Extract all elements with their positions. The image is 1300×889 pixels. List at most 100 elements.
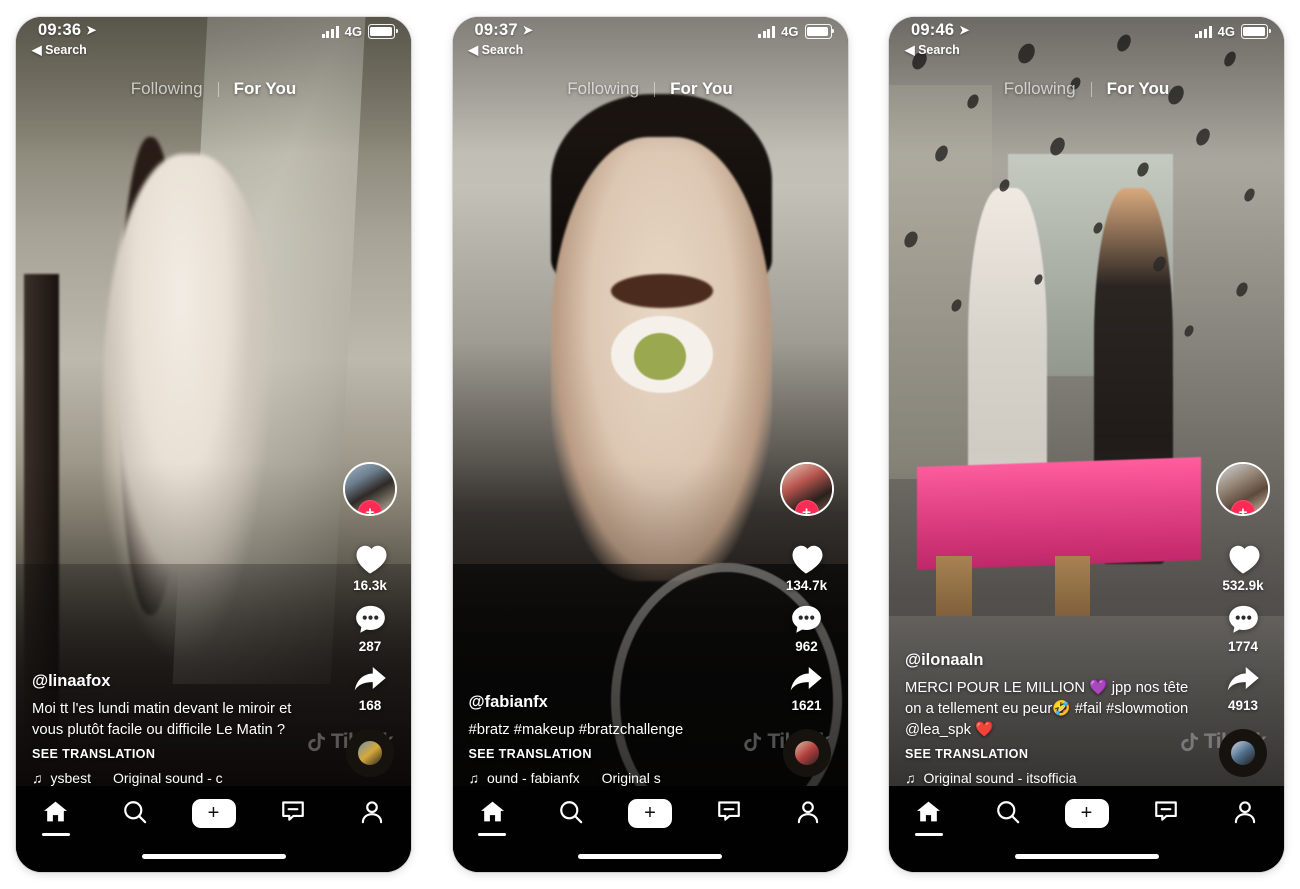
nav-item-discover[interactable] [543, 799, 599, 825]
signal-bars-icon [1195, 26, 1212, 38]
nav-item-profile[interactable] [1217, 799, 1273, 825]
nav-item-create[interactable]: + [1059, 799, 1115, 828]
music-ticker[interactable]: ♫ ound - fabianfxOriginal s [469, 770, 761, 786]
comment-button[interactable]: 962 [789, 603, 824, 654]
plus-icon: + [208, 803, 220, 823]
video-description: #bratz #makeup #bratzchallenge [469, 720, 761, 741]
music-title: Original sound - c [113, 770, 223, 786]
create-video-button[interactable]: + [628, 799, 672, 828]
music-ticker[interactable]: ♫ Original sound - itsofficia [905, 770, 1197, 786]
person-icon [1232, 799, 1258, 825]
see-translation-button[interactable]: SEE TRANSLATION [32, 747, 324, 761]
tab-for-you[interactable]: For You [655, 79, 748, 99]
active-indicator [478, 833, 506, 836]
location-arrow-icon: ➤ [959, 23, 969, 37]
share-arrow-icon [1225, 664, 1262, 695]
username[interactable]: @fabianfx [469, 693, 761, 712]
back-to-search-link[interactable]: ◀ Search [905, 42, 960, 57]
like-button[interactable]: 134.7k [786, 542, 827, 593]
status-indicators: 4G [1195, 24, 1268, 39]
heart-icon [352, 542, 388, 575]
music-note-icon: ♫ [32, 770, 43, 786]
status-bar-3: 09:46➤ ◀ Search 4G [889, 17, 1284, 63]
phone-screenshot-2: 09:37➤ ◀ Search 4G Following For You Tik… [453, 17, 848, 872]
nav-item-home[interactable] [464, 799, 520, 836]
nav-item-inbox[interactable] [265, 799, 321, 824]
search-icon [558, 799, 584, 825]
search-icon [122, 799, 148, 825]
comment-icon [1226, 603, 1261, 636]
see-translation-button[interactable]: SEE TRANSLATION [469, 747, 761, 761]
nav-item-create[interactable]: + [186, 799, 242, 828]
share-button[interactable]: 1621 [788, 664, 825, 713]
music-title: Original s [602, 770, 661, 786]
tab-following[interactable]: Following [116, 79, 218, 99]
action-rail-3: + 532.9k 1774 4913 [1212, 462, 1274, 777]
network-label: 4G [1218, 24, 1235, 39]
action-rail-2: + 134.7k 962 1621 [776, 462, 838, 777]
tab-following[interactable]: Following [989, 79, 1091, 99]
avatar[interactable]: + [343, 462, 397, 516]
nav-item-discover[interactable] [107, 799, 163, 825]
like-count: 134.7k [786, 578, 827, 593]
nav-item-create[interactable]: + [622, 799, 678, 828]
nav-item-discover[interactable] [980, 799, 1036, 825]
bottom-nav-1: + [16, 786, 411, 872]
battery-icon [368, 24, 395, 39]
back-to-search-link[interactable]: ◀ Search [469, 42, 524, 57]
share-button[interactable]: 168 [352, 664, 389, 713]
caption-block-2: @fabianfx #bratz #makeup #bratzchallenge… [469, 693, 761, 786]
comment-icon [353, 603, 388, 636]
username[interactable]: @ilonaaln [905, 651, 1197, 670]
share-button[interactable]: 4913 [1225, 664, 1262, 713]
music-prev-text: ysbest [51, 770, 91, 786]
music-disc[interactable] [1219, 729, 1267, 777]
music-prev-text: ound - fabianfx [487, 770, 580, 786]
comment-count: 1774 [1228, 639, 1258, 654]
share-count: 4913 [1228, 698, 1258, 713]
person-icon [795, 799, 821, 825]
status-bar-1: 09:36➤ ◀ Search 4G [16, 17, 411, 63]
nav-item-inbox[interactable] [701, 799, 757, 824]
person-icon [359, 799, 385, 825]
comment-button[interactable]: 1774 [1226, 603, 1261, 654]
caption-block-1: @linaafox Moi tt l'es lundi matin devant… [32, 672, 324, 786]
location-arrow-icon: ➤ [86, 23, 96, 37]
heart-icon [788, 542, 824, 575]
see-translation-button[interactable]: SEE TRANSLATION [905, 747, 1197, 761]
tab-for-you[interactable]: For You [1092, 79, 1185, 99]
avatar[interactable]: + [1216, 462, 1270, 516]
music-disc[interactable] [783, 729, 831, 777]
nav-item-profile[interactable] [780, 799, 836, 825]
active-indicator [915, 833, 943, 836]
like-button[interactable]: 532.9k [1222, 542, 1263, 593]
username[interactable]: @linaafox [32, 672, 324, 691]
action-rail-1: + 16.3k 287 168 [339, 462, 401, 777]
nav-item-home[interactable] [28, 799, 84, 836]
back-to-search-link[interactable]: ◀ Search [32, 42, 87, 57]
tab-following[interactable]: Following [552, 79, 654, 99]
network-label: 4G [345, 24, 362, 39]
like-count: 532.9k [1222, 578, 1263, 593]
heart-icon [1225, 542, 1261, 575]
music-ticker[interactable]: ♫ ysbest Original sound - c [32, 770, 324, 786]
comment-button[interactable]: 287 [353, 603, 388, 654]
status-time: 09:37➤ [475, 21, 533, 40]
nav-item-home[interactable] [901, 799, 957, 836]
active-indicator [42, 833, 70, 836]
music-disc[interactable] [346, 729, 394, 777]
location-arrow-icon: ➤ [523, 23, 533, 37]
home-indicator [142, 854, 286, 859]
search-icon [995, 799, 1021, 825]
create-video-button[interactable]: + [1065, 799, 1109, 828]
nav-item-inbox[interactable] [1138, 799, 1194, 824]
nav-item-profile[interactable] [344, 799, 400, 825]
like-button[interactable]: 16.3k [352, 542, 388, 593]
avatar[interactable]: + [780, 462, 834, 516]
top-tabs-3: Following For You [889, 79, 1284, 99]
create-video-button[interactable]: + [192, 799, 236, 828]
top-tabs-2: Following For You [453, 79, 848, 99]
status-bar-2: 09:37➤ ◀ Search 4G [453, 17, 848, 63]
tab-for-you[interactable]: For You [219, 79, 312, 99]
comment-count: 287 [359, 639, 382, 654]
